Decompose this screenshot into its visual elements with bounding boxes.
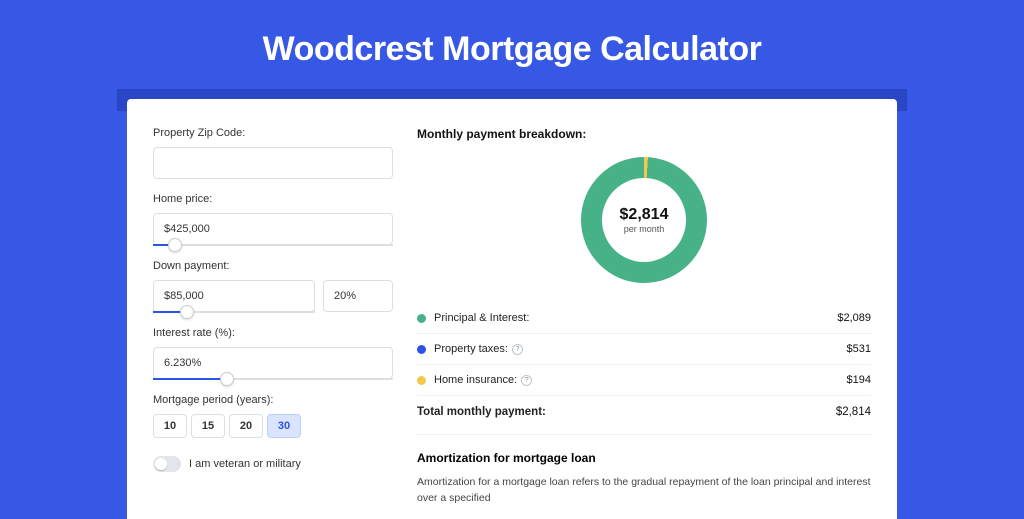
- breakdown-value: $531: [847, 343, 871, 355]
- zip-input[interactable]: [153, 147, 393, 179]
- period-button-30[interactable]: 30: [267, 414, 301, 438]
- interest-input[interactable]: [153, 347, 393, 379]
- breakdown-column: Monthly payment breakdown: $2,814 per mo…: [417, 127, 871, 519]
- amortization-section: Amortization for mortgage loan Amortizat…: [417, 434, 871, 507]
- breakdown-value: $194: [847, 374, 871, 386]
- veteran-row: I am veteran or military: [153, 456, 393, 472]
- down-payment-percent-input[interactable]: [323, 280, 393, 312]
- amortization-body: Amortization for a mortgage loan refers …: [417, 475, 871, 507]
- donut-chart-wrap: $2,814 per month: [417, 151, 871, 297]
- breakdown-label: Principal & Interest:: [434, 312, 837, 324]
- interest-slider-fill: [153, 378, 227, 380]
- period-button-15[interactable]: 15: [191, 414, 225, 438]
- info-icon[interactable]: ?: [512, 344, 523, 355]
- taxes-dot-icon: [417, 345, 426, 354]
- amortization-title: Amortization for mortgage loan: [417, 451, 871, 465]
- breakdown-label: Home insurance: ?: [434, 374, 847, 386]
- down-payment-slider-thumb[interactable]: [180, 305, 194, 319]
- period-button-10[interactable]: 10: [153, 414, 187, 438]
- breakdown-legend: Principal & Interest:$2,089Property taxe…: [417, 303, 871, 395]
- total-value: $2,814: [836, 406, 871, 418]
- veteran-toggle[interactable]: [153, 456, 181, 472]
- breakdown-value: $2,089: [837, 312, 871, 324]
- home-price-label: Home price:: [153, 193, 393, 205]
- donut-amount: $2,814: [620, 206, 669, 224]
- breakdown-row: Home insurance: ?$194: [417, 364, 871, 395]
- info-icon[interactable]: ?: [521, 375, 532, 386]
- period-label: Mortgage period (years):: [153, 394, 393, 406]
- down-payment-amount-input[interactable]: [153, 280, 315, 312]
- donut-sublabel: per month: [624, 224, 665, 234]
- insurance-dot-icon: [417, 376, 426, 385]
- donut-chart: $2,814 per month: [581, 157, 707, 283]
- page-title: Woodcrest Mortgage Calculator: [0, 30, 1024, 69]
- down-payment-slider[interactable]: [153, 311, 315, 313]
- down-payment-label: Down payment:: [153, 260, 393, 272]
- donut-center: $2,814 per month: [602, 178, 686, 262]
- interest-slider-thumb[interactable]: [220, 372, 234, 386]
- period-field-group: Mortgage period (years): 10152030: [153, 394, 393, 438]
- principal-dot-icon: [417, 314, 426, 323]
- home-price-slider-thumb[interactable]: [168, 238, 182, 252]
- total-row: Total monthly payment: $2,814: [417, 395, 871, 430]
- zip-field-group: Property Zip Code:: [153, 127, 393, 179]
- inputs-column: Property Zip Code: Home price: Down paym…: [153, 127, 393, 519]
- breakdown-label: Property taxes: ?: [434, 343, 847, 355]
- breakdown-row: Principal & Interest:$2,089: [417, 303, 871, 333]
- zip-label: Property Zip Code:: [153, 127, 393, 139]
- period-button-20[interactable]: 20: [229, 414, 263, 438]
- period-buttons: 10152030: [153, 414, 393, 438]
- veteran-label: I am veteran or military: [189, 458, 301, 470]
- down-payment-field-group: Down payment:: [153, 260, 393, 313]
- total-label: Total monthly payment:: [417, 406, 836, 418]
- interest-slider[interactable]: [153, 378, 393, 380]
- home-price-input[interactable]: [153, 213, 393, 245]
- home-price-field-group: Home price:: [153, 193, 393, 246]
- breakdown-row: Property taxes: ?$531: [417, 333, 871, 364]
- calculator-panel: Property Zip Code: Home price: Down paym…: [127, 99, 897, 519]
- interest-label: Interest rate (%):: [153, 327, 393, 339]
- home-price-slider[interactable]: [153, 244, 393, 246]
- breakdown-title: Monthly payment breakdown:: [417, 127, 871, 141]
- interest-field-group: Interest rate (%):: [153, 327, 393, 380]
